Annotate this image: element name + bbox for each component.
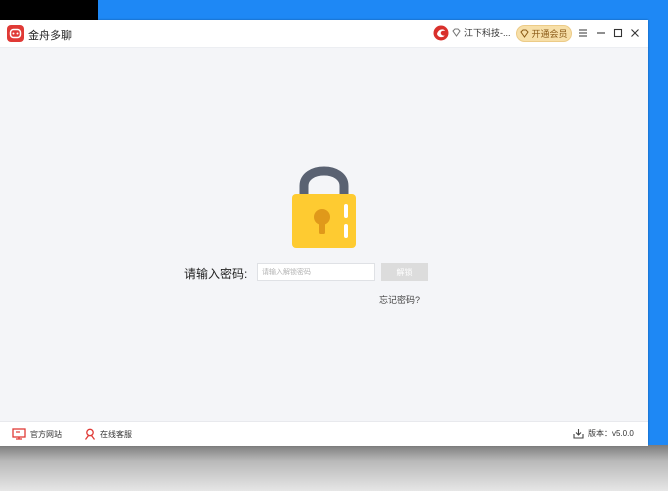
version-label: 版本：v5.0.0	[588, 429, 634, 438]
password-input[interactable]	[257, 263, 375, 281]
desktop-taskbar-shadow	[0, 445, 668, 491]
vip-diamond-icon	[520, 29, 530, 38]
company-name: 江下科技-...	[464, 28, 511, 38]
online-support-link[interactable]: 在线客服	[84, 428, 132, 440]
close-icon[interactable]	[628, 25, 642, 41]
version-info[interactable]: 版本：v5.0.0	[573, 428, 634, 439]
menu-icon[interactable]	[576, 25, 590, 41]
password-label: 请输入密码:	[184, 267, 248, 281]
forgot-password-link[interactable]: 忘记密码?	[379, 293, 420, 306]
official-website-link[interactable]: 官方网站	[12, 428, 62, 440]
monitor-icon	[12, 428, 26, 440]
footer-bar: 官方网站 在线客服 版本：v5.0.0	[0, 421, 648, 446]
vip-label: 开通会员	[531, 29, 568, 39]
diamond-icon	[452, 28, 461, 37]
download-icon	[573, 429, 584, 439]
app-logo-icon	[7, 25, 24, 42]
minimize-icon[interactable]	[594, 25, 608, 41]
desktop-corner	[0, 0, 98, 20]
company-selector[interactable]: 江下科技-...	[452, 26, 511, 39]
app-window: 金舟多聊 江下科技-... 开通会员 请输入密码: 解锁 忘记密码? 官方网站 …	[0, 20, 648, 446]
brand-logo-icon[interactable]	[433, 25, 449, 41]
maximize-icon[interactable]	[611, 25, 625, 41]
padlock-icon	[290, 162, 358, 255]
vip-button[interactable]: 开通会员	[516, 25, 572, 42]
online-support-label: 在线客服	[100, 429, 132, 439]
official-website-label: 官方网站	[30, 429, 62, 439]
app-title: 金舟多聊	[28, 30, 72, 42]
support-person-icon	[84, 428, 96, 440]
unlock-button[interactable]: 解锁	[381, 263, 428, 281]
title-bar: 金舟多聊 江下科技-... 开通会员	[0, 20, 648, 48]
